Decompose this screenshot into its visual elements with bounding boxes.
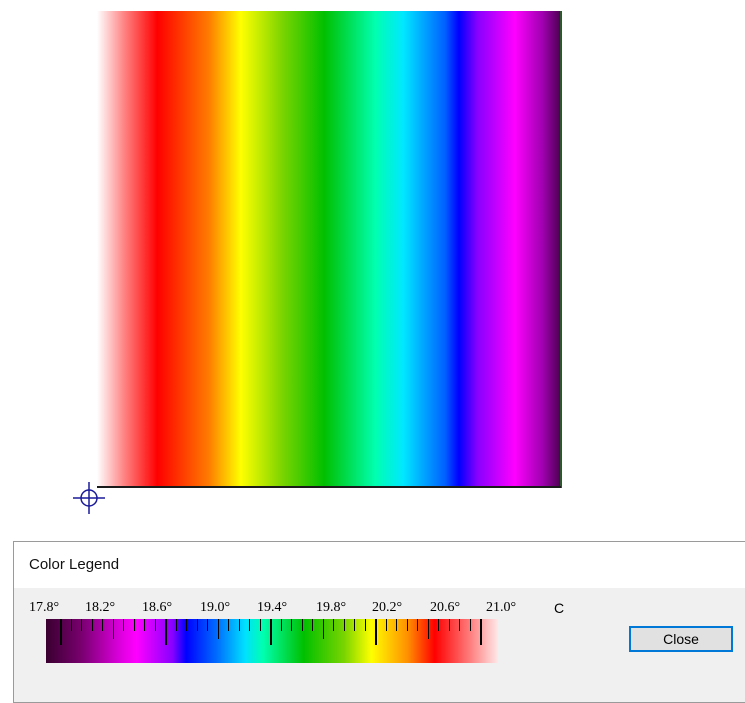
scale-tick	[396, 619, 397, 631]
scale-tick	[92, 619, 93, 631]
scale-tick	[81, 619, 82, 631]
scale-tick	[407, 619, 408, 631]
tick-label: 19.0°	[200, 600, 231, 615]
scale-tick	[438, 619, 439, 631]
color-legend-dialog: Color Legend 17.8° 18.2° 18.6° 19.0° 19.…	[13, 541, 745, 703]
scale-tick	[123, 619, 124, 631]
close-button[interactable]: Close	[629, 626, 733, 652]
plot-right-border	[560, 11, 562, 488]
scale-tick	[480, 619, 482, 645]
scale-tick	[207, 619, 208, 631]
scale-tick	[459, 619, 460, 631]
scale-tick	[470, 619, 471, 631]
scale-tick	[386, 619, 387, 631]
scale-tick	[312, 619, 313, 631]
scale-tick	[197, 619, 198, 631]
scale-tick	[281, 619, 282, 631]
scale-tick	[176, 619, 177, 631]
scale-tick	[323, 619, 324, 639]
scale-tick	[165, 619, 167, 645]
scale-tick	[417, 619, 418, 631]
crosshair-icon[interactable]	[72, 481, 106, 515]
tick-label: 18.6°	[142, 600, 173, 615]
tick-label: 18.2°	[85, 600, 116, 615]
scale-tick	[228, 619, 229, 631]
scale-tick	[344, 619, 345, 631]
scale-tick	[134, 619, 135, 631]
scale-tick	[249, 619, 250, 631]
scale-tick	[291, 619, 292, 631]
scale-tick	[365, 619, 366, 631]
tick-label: 19.4°	[257, 600, 288, 615]
scale-tick	[186, 619, 187, 631]
tick-label: 21.0°	[486, 600, 517, 615]
tick-label: 19.8°	[316, 600, 347, 615]
scale-tick	[102, 619, 103, 631]
scale-tick	[239, 619, 240, 631]
scale-tick	[270, 619, 272, 645]
scale-tick	[218, 619, 219, 639]
scale-tick	[60, 619, 62, 645]
scale-tick	[71, 619, 72, 631]
scale-tick	[449, 619, 450, 631]
scale-tick	[302, 619, 303, 631]
dialog-header: Color Legend	[14, 542, 745, 588]
scale-tick	[260, 619, 261, 631]
scale-tick	[144, 619, 145, 631]
dialog-title: Color Legend	[29, 556, 120, 573]
scale-tick	[375, 619, 377, 645]
plot-bottom-axis	[97, 486, 561, 488]
unit-label: C	[554, 600, 565, 616]
scale-tick	[333, 619, 334, 631]
color-scale-bar	[46, 619, 498, 663]
scale-tick	[354, 619, 355, 631]
tick-label: 17.8°	[29, 600, 60, 615]
tick-label: 20.6°	[430, 600, 461, 615]
scale-tick	[155, 619, 156, 631]
scale-tick	[428, 619, 429, 639]
temperature-color-map	[97, 11, 561, 488]
tick-label: 20.2°	[372, 600, 403, 615]
scale-tick	[113, 619, 114, 639]
